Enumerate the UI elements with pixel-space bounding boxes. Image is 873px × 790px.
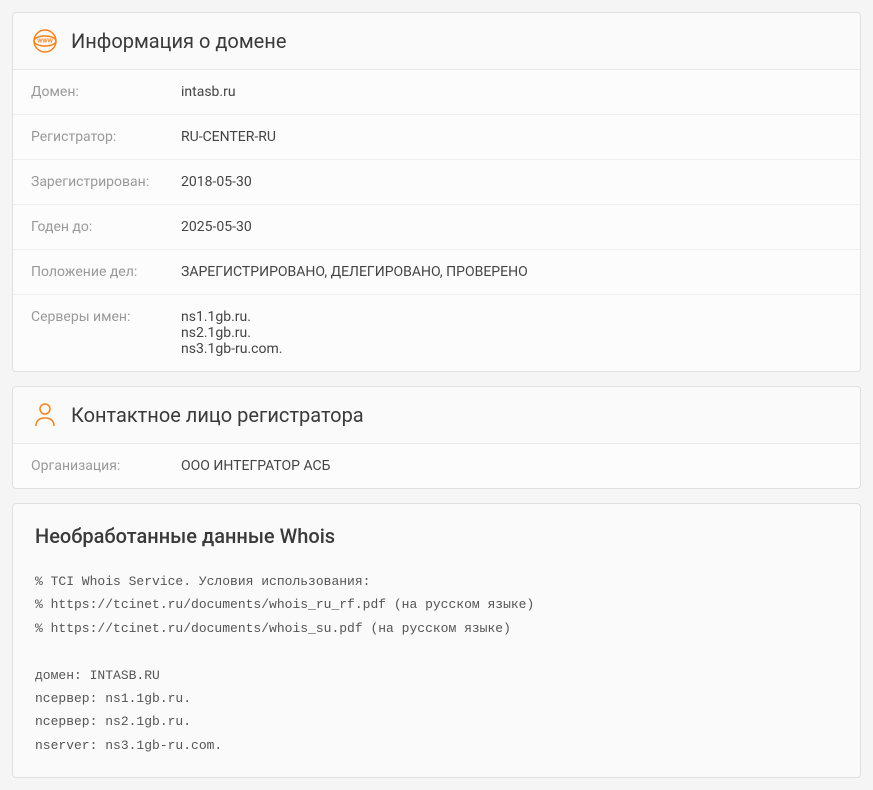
registered-value: 2018-05-30 [181, 174, 252, 190]
valid-until-label: Годен до: [31, 219, 181, 235]
registered-label: Зарегистрирован: [31, 174, 181, 190]
raw-whois-text: % TCI Whois Service. Условия использован… [35, 570, 838, 757]
servers-row: Серверы имен: ns1.1gb.ru. ns2.1gb.ru. ns… [13, 295, 860, 371]
valid-until-value: 2025-05-30 [181, 219, 252, 235]
svg-text:WWW: WWW [37, 39, 53, 45]
domain-value: intasb.ru [181, 84, 236, 100]
contact-panel: Контактное лицо регистратора Организация… [12, 386, 861, 489]
status-label: Положение дел: [31, 264, 181, 280]
domain-info-header: WWW Информация о домене [13, 13, 860, 70]
servers-value: ns1.1gb.ru. ns2.1gb.ru. ns3.1gb-ru.com. [181, 309, 282, 357]
domain-info-body: Домен: intasb.ru Регистратор: RU-CENTER-… [13, 70, 860, 371]
contact-title: Контактное лицо регистратора [71, 403, 364, 427]
valid-until-row: Годен до: 2025-05-30 [13, 205, 860, 250]
status-value: ЗАРЕГИСТРИРОВАНО, ДЕЛЕГИРОВАНО, ПРОВЕРЕН… [181, 264, 528, 280]
www-icon: WWW [31, 27, 59, 55]
domain-row: Домен: intasb.ru [13, 70, 860, 115]
registrar-value: RU-CENTER-RU [181, 129, 276, 145]
raw-whois-panel: Необработанные данные Whois % TCI Whois … [12, 503, 861, 778]
raw-whois-title: Необработанные данные Whois [35, 524, 838, 548]
registrar-row: Регистратор: RU-CENTER-RU [13, 115, 860, 160]
person-icon [31, 401, 59, 429]
registered-row: Зарегистрирован: 2018-05-30 [13, 160, 860, 205]
servers-label: Серверы имен: [31, 309, 181, 357]
org-label: Организация: [31, 458, 181, 474]
registrar-label: Регистратор: [31, 129, 181, 145]
contact-header: Контактное лицо регистратора [13, 387, 860, 444]
org-value: ООО ИНТЕГРАТОР АСБ [181, 458, 330, 474]
domain-label: Домен: [31, 84, 181, 100]
domain-info-title: Информация о домене [71, 29, 286, 53]
status-row: Положение дел: ЗАРЕГИСТРИРОВАНО, ДЕЛЕГИР… [13, 250, 860, 295]
org-row: Организация: ООО ИНТЕГРАТОР АСБ [13, 444, 860, 488]
contact-body: Организация: ООО ИНТЕГРАТОР АСБ [13, 444, 860, 488]
domain-info-panel: WWW Информация о домене Домен: intasb.ru… [12, 12, 861, 372]
